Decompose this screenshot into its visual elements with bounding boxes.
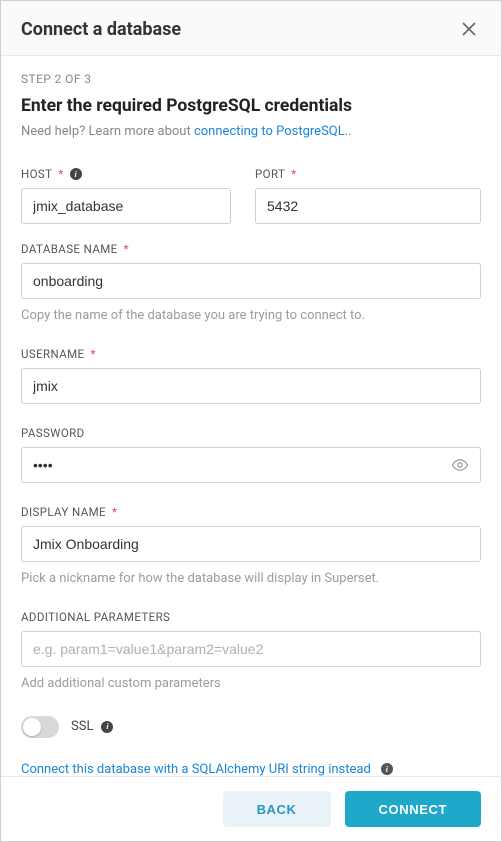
- host-field: HOST * i: [21, 167, 231, 224]
- display-name-field: DISPLAY NAME * Pick a nickname for how t…: [21, 505, 481, 588]
- required-asterisk: *: [58, 167, 63, 181]
- port-field: PORT *: [255, 167, 481, 224]
- info-icon[interactable]: i: [101, 721, 113, 733]
- database-name-label: DATABASE NAME *: [21, 242, 481, 256]
- modal-body[interactable]: STEP 2 OF 3 Enter the required PostgreSQ…: [1, 56, 501, 776]
- port-label-text: PORT: [255, 167, 285, 181]
- host-label-text: HOST: [21, 167, 52, 181]
- additional-params-hint: Add additional custom parameters: [21, 675, 481, 693]
- connect-database-modal: Connect a database STEP 2 OF 3 Enter the…: [0, 0, 502, 842]
- sqlalchemy-alt-row: Connect this database with a SQLAlchemy …: [21, 762, 481, 776]
- database-name-hint: Copy the name of the database you are tr…: [21, 307, 481, 325]
- password-input[interactable]: [21, 447, 481, 483]
- additional-params-label: ADDITIONAL PARAMETERS: [21, 610, 481, 624]
- required-asterisk: *: [291, 167, 296, 181]
- eye-icon: [451, 456, 469, 474]
- modal-footer: BACK CONNECT: [1, 776, 501, 841]
- database-name-label-text: DATABASE NAME: [21, 242, 118, 256]
- username-label: USERNAME *: [21, 347, 481, 361]
- required-asterisk: *: [91, 347, 96, 361]
- page-title: Enter the required PostgreSQL credential…: [21, 96, 481, 116]
- help-link[interactable]: connecting to PostgreSQL.: [194, 124, 348, 139]
- password-field: PASSWORD: [21, 426, 481, 483]
- info-icon[interactable]: i: [381, 763, 393, 775]
- toggle-password-visibility-button[interactable]: [447, 452, 473, 478]
- port-label: PORT *: [255, 167, 481, 181]
- toggle-knob: [23, 718, 41, 736]
- username-input[interactable]: [21, 368, 481, 404]
- password-label-text: PASSWORD: [21, 426, 85, 440]
- modal-header: Connect a database: [1, 1, 501, 56]
- connect-button[interactable]: CONNECT: [345, 791, 481, 827]
- close-icon: [461, 21, 477, 37]
- info-icon[interactable]: i: [70, 168, 82, 180]
- ssl-label-text: SSL: [71, 719, 93, 734]
- database-name-field: DATABASE NAME * Copy the name of the dat…: [21, 242, 481, 325]
- password-label: PASSWORD: [21, 426, 481, 440]
- required-asterisk: *: [124, 242, 129, 256]
- port-input[interactable]: [255, 188, 481, 224]
- username-field: USERNAME *: [21, 347, 481, 404]
- required-asterisk: *: [112, 505, 117, 519]
- sqlalchemy-uri-link[interactable]: Connect this database with a SQLAlchemy …: [21, 762, 371, 776]
- help-suffix: .: [348, 124, 351, 139]
- step-indicator: STEP 2 OF 3: [21, 72, 481, 86]
- display-name-label-text: DISPLAY NAME: [21, 505, 106, 519]
- help-text: Need help? Learn more about connecting t…: [21, 124, 481, 139]
- display-name-input[interactable]: [21, 526, 481, 562]
- database-name-input[interactable]: [21, 263, 481, 299]
- modal-title: Connect a database: [21, 19, 181, 40]
- back-button[interactable]: BACK: [223, 791, 331, 827]
- ssl-toggle[interactable]: [21, 716, 59, 738]
- ssl-row: SSL i: [21, 716, 481, 738]
- close-button[interactable]: [457, 17, 481, 41]
- display-name-hint: Pick a nickname for how the database wil…: [21, 570, 481, 588]
- username-label-text: USERNAME: [21, 347, 85, 361]
- additional-params-label-text: ADDITIONAL PARAMETERS: [21, 610, 170, 624]
- display-name-label: DISPLAY NAME *: [21, 505, 481, 519]
- additional-params-input[interactable]: [21, 631, 481, 667]
- help-prefix: Need help? Learn more about: [21, 124, 194, 139]
- ssl-label: SSL i: [71, 719, 113, 734]
- host-input[interactable]: [21, 188, 231, 224]
- host-label: HOST * i: [21, 167, 231, 181]
- additional-params-field: ADDITIONAL PARAMETERS Add additional cus…: [21, 610, 481, 693]
